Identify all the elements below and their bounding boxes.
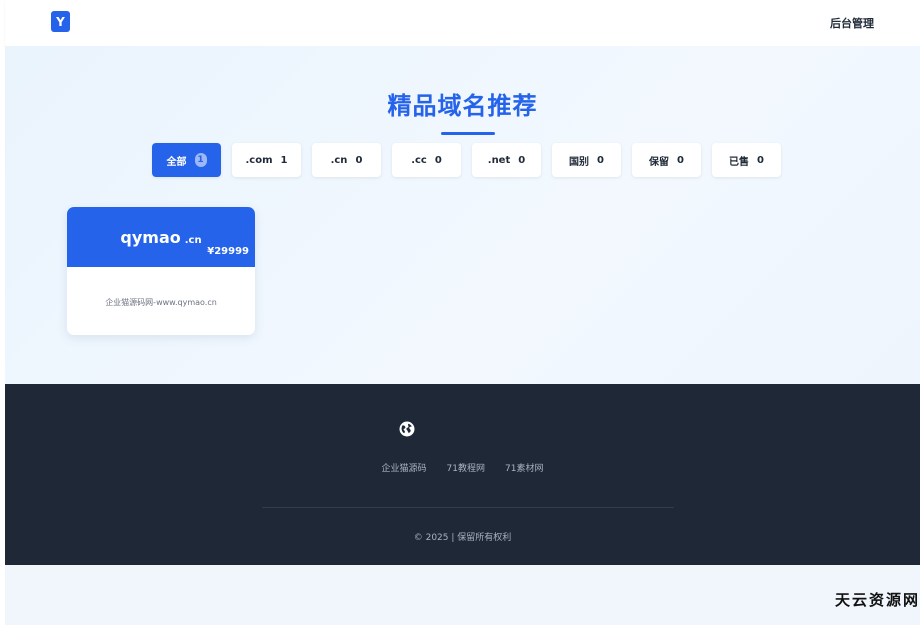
domain-description: 企业猫源码网-www.qymao.cn	[105, 298, 217, 307]
tab-cn[interactable]: .cn 0	[312, 143, 381, 177]
tab-label: .cc	[411, 154, 427, 166]
tab-count: 0	[434, 154, 442, 166]
site-logo[interactable]: Y	[51, 11, 70, 32]
tab-count: 1	[280, 154, 288, 166]
tab-sold[interactable]: 已售 0	[712, 143, 781, 177]
tab-country[interactable]: 国别 0	[552, 143, 621, 177]
globe-icon	[399, 421, 415, 437]
footer-divider	[262, 507, 674, 508]
tab-label: 全部	[166, 156, 187, 168]
tab-count: 0	[757, 154, 764, 166]
filter-tabs: 全部 1 .com 1 .cn 0 .cc 0 .net 0 国别 0 保留 0…	[152, 143, 781, 177]
watermark-text: 天云资源网	[834, 591, 920, 609]
tab-all[interactable]: 全部 1	[152, 143, 221, 177]
admin-link[interactable]: 后台管理	[830, 15, 874, 31]
tab-count: 0	[518, 154, 526, 166]
copyright-text: © 2025 | 保留所有权利	[413, 533, 512, 543]
domain-name-text: qymao	[120, 228, 181, 247]
footer-link-tutorial[interactable]: 71教程网	[447, 461, 485, 474]
tab-reserved[interactable]: 保留 0	[632, 143, 701, 177]
tab-label: 保留	[649, 156, 670, 168]
tab-label: 已售	[729, 156, 750, 168]
site-footer: 企业猫源码 71教程网 71素材网 © 2025 | 保留所有权利	[5, 384, 920, 565]
tab-label: .cn	[330, 154, 348, 166]
domain-card[interactable]: qymao .cn ¥29999 企业猫源码网-www.qymao.cn	[67, 207, 255, 335]
bottom-strip	[5, 565, 920, 625]
hero-section: 精品域名推荐 全部 1 .com 1 .cn 0 .cc 0 .net 0 国别…	[5, 46, 920, 384]
domain-name: qymao .cn	[67, 228, 255, 247]
tab-label: .com	[245, 154, 273, 166]
tab-count: 0	[677, 154, 684, 166]
tab-count: 0	[355, 154, 363, 166]
tab-count-badge: 1	[194, 153, 207, 167]
footer-link-qymao[interactable]: 企业猫源码	[382, 461, 427, 474]
domain-card-header: qymao .cn ¥29999	[67, 207, 255, 267]
footer-link-assets[interactable]: 71素材网	[505, 461, 543, 474]
page-title: 精品域名推荐	[387, 92, 538, 120]
logo-letter: Y	[56, 14, 65, 29]
tab-com[interactable]: .com 1	[232, 143, 301, 177]
domain-price: ¥29999	[207, 246, 249, 257]
tab-label: 国别	[569, 156, 590, 168]
top-header: Y 后台管理	[5, 0, 920, 46]
domain-tld: .cn	[184, 235, 202, 246]
tab-count: 0	[597, 154, 604, 166]
tab-cc[interactable]: .cc 0	[392, 143, 461, 177]
page-frame: Y 后台管理 精品域名推荐 全部 1 .com 1 .cn 0 .cc 0 .n…	[5, 0, 920, 625]
tab-label: .net	[487, 154, 511, 166]
title-underline	[441, 132, 495, 135]
footer-links: 企业猫源码 71教程网 71素材网	[5, 461, 920, 474]
tab-net[interactable]: .net 0	[472, 143, 541, 177]
